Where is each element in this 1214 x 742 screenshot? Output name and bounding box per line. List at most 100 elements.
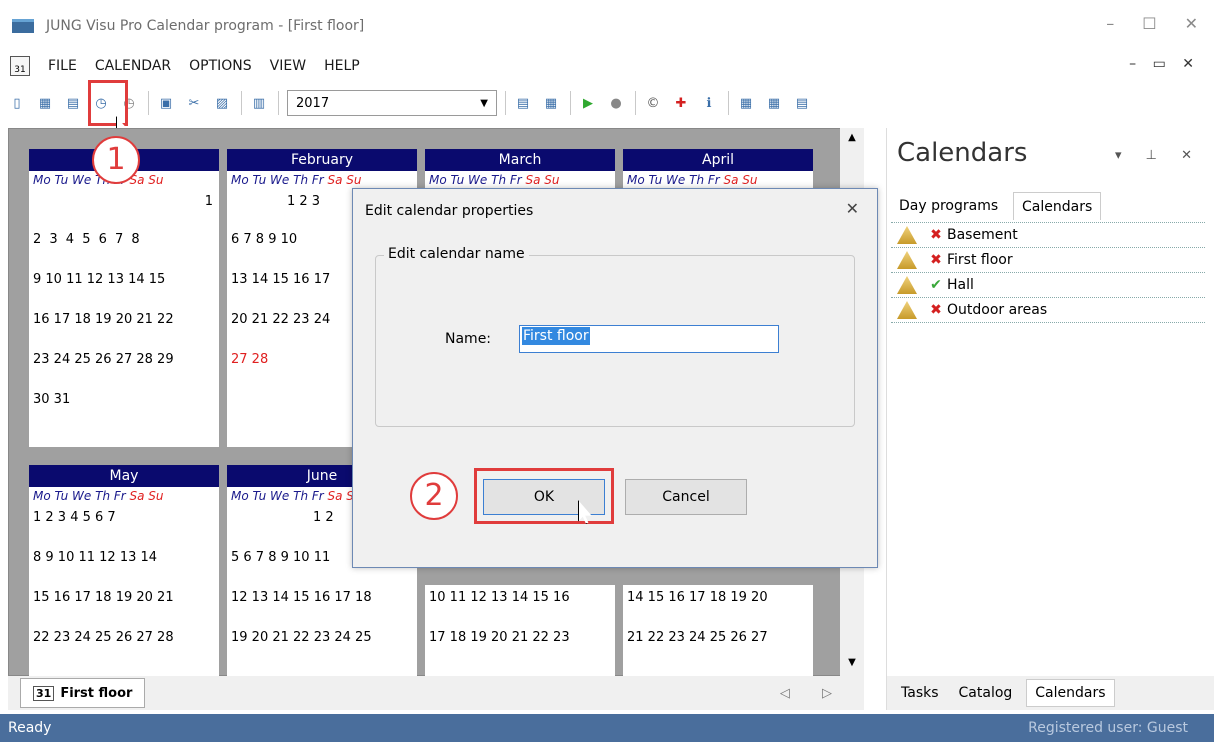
list-item[interactable]: ✔ Hall xyxy=(891,273,1205,298)
name-field[interactable]: First floor xyxy=(519,325,779,353)
warning-icon xyxy=(897,301,917,319)
calendar-name: Hall xyxy=(947,277,974,293)
month-days: 19 20 21 22 23 24 25 xyxy=(231,630,372,645)
help-plus-icon[interactable]: ✚ xyxy=(670,92,692,114)
highlight-ok xyxy=(474,468,614,524)
panel-controls[interactable]: ▾ ⊥ ✕ xyxy=(1115,148,1202,163)
new-doc-icon[interactable]: ▯ xyxy=(6,92,28,114)
year-value: 2017 xyxy=(296,95,330,111)
month-days: 9 10 11 12 13 14 15 xyxy=(33,272,166,287)
info-icon[interactable]: ℹ xyxy=(698,92,720,114)
edit-calendar-icon[interactable]: ▤ xyxy=(62,92,84,114)
weekday-header: Mo Tu We Th Fr Sa Su xyxy=(627,173,758,187)
calendar-list: ✖ Basement ✖ First floor ✔ Hall ✖ Outdoo… xyxy=(891,222,1205,323)
step-badge-1: 1 xyxy=(92,136,140,184)
month-days: 1 xyxy=(204,194,213,209)
maximize-icon[interactable]: ☐ xyxy=(1142,14,1156,33)
scroll-up-icon[interactable]: ▲ xyxy=(840,132,864,143)
copy-calendar-icon[interactable]: ▣ xyxy=(155,92,177,114)
month-days: 2 3 4 5 6 7 8 xyxy=(33,232,140,247)
month-days: 10 11 12 13 14 15 16 xyxy=(429,590,570,605)
menu-file[interactable]: FILE xyxy=(48,58,77,74)
minimize-icon[interactable]: – xyxy=(1106,14,1114,33)
new-calendar-icon[interactable]: ▦ xyxy=(34,92,56,114)
copyright-icon[interactable]: © xyxy=(642,92,664,114)
month-title: May xyxy=(29,465,219,487)
menu-view[interactable]: VIEW xyxy=(270,58,306,74)
name-label: Name: xyxy=(445,331,492,347)
year-select[interactable]: 2017 ▼ xyxy=(287,90,497,116)
panel3-icon[interactable]: ▤ xyxy=(791,92,813,114)
weekday-header: Mo Tu We Th Fr Sa Su xyxy=(231,173,362,187)
cut-icon[interactable]: ✂ xyxy=(183,92,205,114)
tab-day-programs[interactable]: Day programs xyxy=(891,192,1006,220)
calendar-doc-icon[interactable]: 31 xyxy=(10,56,30,76)
list-item[interactable]: ✖ Outdoor areas xyxy=(891,298,1205,323)
menu-help[interactable]: HELP xyxy=(324,58,360,74)
month-title: April xyxy=(623,149,813,171)
status-icon: ✔ xyxy=(930,277,942,293)
month-days: 8 9 10 11 12 13 14 xyxy=(33,550,158,565)
month-days: 15 16 17 18 19 20 21 xyxy=(33,590,174,605)
warning-icon xyxy=(897,226,917,244)
month-days: 23 24 25 26 27 28 29 xyxy=(33,352,174,367)
dialog-title: Edit calendar properties xyxy=(365,203,534,219)
list-item[interactable]: ✖ Basement xyxy=(891,223,1205,248)
month-days: 14 15 16 17 18 19 20 xyxy=(627,590,768,605)
chevron-down-icon: ▼ xyxy=(480,97,488,109)
tab-first-floor[interactable]: 31 First floor xyxy=(20,678,146,708)
menu-calendar[interactable]: CALENDAR xyxy=(95,58,171,74)
panel-title: Calendars xyxy=(897,138,1028,168)
panel2-icon[interactable]: ▦ xyxy=(763,92,785,114)
tab-tasks[interactable]: Tasks xyxy=(895,685,945,701)
title-bar: JUNG Visu Pro Calendar program - [First … xyxy=(0,0,1214,52)
day-view-icon[interactable]: ▦ xyxy=(540,92,562,114)
tab-calendars-bottom[interactable]: Calendars xyxy=(1026,679,1115,707)
highlight-edit-calendar xyxy=(88,80,128,126)
list-item[interactable]: ✖ First floor xyxy=(891,248,1205,273)
week-view-icon[interactable]: ▤ xyxy=(512,92,534,114)
close-icon[interactable]: ✕ xyxy=(846,199,859,218)
status-icon: ✖ xyxy=(930,302,942,318)
calendar-name: Outdoor areas xyxy=(947,302,1048,318)
tab-calendars[interactable]: Calendars xyxy=(1013,192,1102,220)
app-icon xyxy=(12,19,34,33)
month-days: 30 31 xyxy=(33,392,71,407)
panel-bottom-tabs: Tasks Catalog Calendars xyxy=(887,676,1214,710)
month-days: 16 17 18 19 20 21 22 xyxy=(33,312,174,327)
tab-catalog[interactable]: Catalog xyxy=(953,685,1019,701)
month-days: 21 22 23 24 25 26 27 xyxy=(627,630,768,645)
tab-nav-arrows[interactable]: ◁ ▷ xyxy=(780,686,846,701)
paste-icon[interactable]: ▨ xyxy=(211,92,233,114)
panel1-icon[interactable]: ▦ xyxy=(735,92,757,114)
month-days: 12 13 14 15 16 17 18 xyxy=(231,590,372,605)
warning-icon xyxy=(897,276,917,294)
status-user: Registered user: Guest xyxy=(1028,720,1188,736)
menu-bar: 31 FILE CALENDAR OPTIONS VIEW HELP – ▭ ✕ xyxy=(0,52,1214,80)
mdi-controls[interactable]: – ▭ ✕ xyxy=(1129,56,1200,72)
status-icon: ✖ xyxy=(930,252,942,268)
cancel-button[interactable]: Cancel xyxy=(625,479,747,515)
document-tab-bar: 31 First floor ◁ ▷ xyxy=(8,676,864,710)
month-january: ary Mo Tu We Th Fr Sa Su 1 2 3 4 5 6 7 8… xyxy=(29,149,219,447)
status-icon: ✖ xyxy=(930,227,942,243)
month-title: March xyxy=(425,149,615,171)
month-days: 22 23 24 25 26 27 28 xyxy=(33,630,174,645)
weekday-header: Mo Tu We Th Fr Sa Su xyxy=(33,489,164,503)
step-badge-2: 2 xyxy=(410,472,458,520)
group-label: Edit calendar name xyxy=(384,246,529,262)
month-title: February xyxy=(227,149,417,171)
calendar-name: First floor xyxy=(947,252,1013,268)
month-july: 10 11 12 13 14 15 16 17 18 19 20 21 22 2… xyxy=(425,585,615,677)
play-icon[interactable]: ▶ xyxy=(577,92,599,114)
chart-icon[interactable]: ▥ xyxy=(248,92,270,114)
warning-icon xyxy=(897,251,917,269)
menu-options[interactable]: OPTIONS xyxy=(189,58,252,74)
calendar-icon: 31 xyxy=(33,685,55,701)
close-icon[interactable]: ✕ xyxy=(1185,14,1198,33)
toolbar: ▯ ▦ ▤ ◷ ◷ ▣ ✂ ▨ ▥ 2017 ▼ ▤ ▦ ▶ ● © ✚ ℹ ▦… xyxy=(0,82,1214,124)
scroll-down-icon[interactable]: ▼ xyxy=(840,657,864,668)
window-title: JUNG Visu Pro Calendar program - [First … xyxy=(46,18,365,34)
stop-icon[interactable]: ● xyxy=(605,92,627,114)
weekday-header: Mo Tu We Th Fr Sa Su xyxy=(429,173,560,187)
